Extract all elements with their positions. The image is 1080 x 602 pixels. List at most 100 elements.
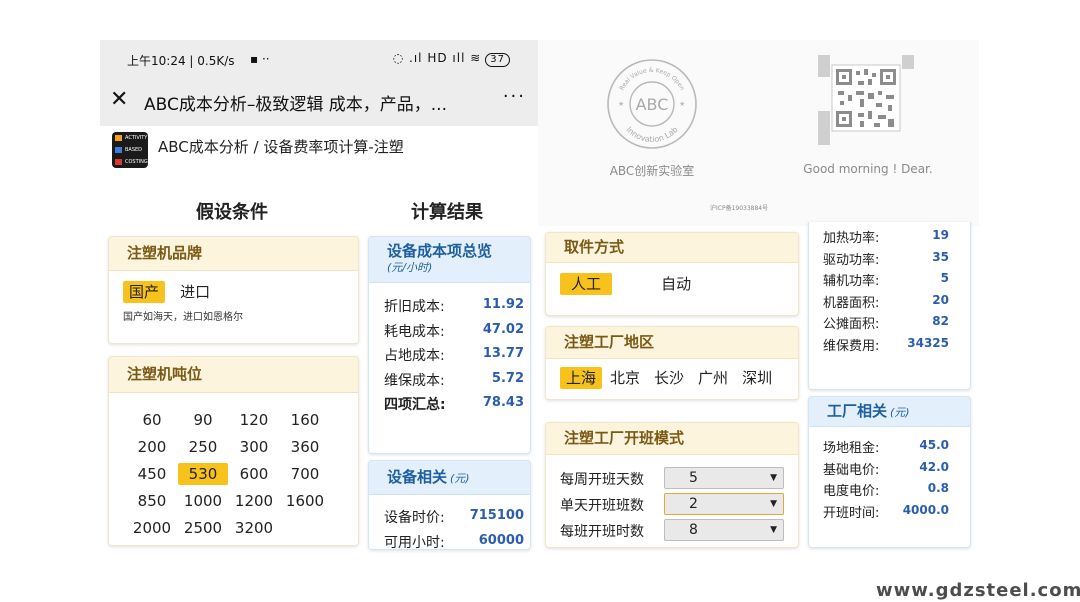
tonnage-option[interactable]: 120: [229, 409, 279, 431]
watermark: www.gdzsteel.com: [876, 580, 1080, 601]
tonnage-panel-title: 注塑机吨位: [109, 357, 358, 393]
tonnage-option[interactable]: 3200: [229, 517, 279, 539]
shift-days-label: 每周开班天数: [560, 472, 644, 488]
tonnage-option[interactable]: 450: [127, 463, 177, 485]
dropdown-arrow-icon: ▼: [770, 473, 777, 483]
icp-record[interactable]: 沪ICP备19033884号: [710, 203, 768, 212]
shift-count-select[interactable]: 2 ▼: [664, 493, 784, 515]
factory-list: 场地租金: 45.0 基础电价: 42.0 电度电价: 0.8 开班时间: 4000.0: [823, 437, 949, 523]
cost-overview-unit: (元/小时): [387, 261, 433, 274]
brand-option-import[interactable]: 进口: [174, 281, 216, 303]
tonnage-option[interactable]: 1000: [178, 490, 228, 512]
dropdown-arrow-icon: ▼: [770, 525, 777, 535]
region-option[interactable]: 北京: [604, 367, 646, 389]
cost-row-floor: 占地成本: 13.77: [384, 346, 524, 364]
cost-row-total: 四项汇总: 78.43: [384, 395, 524, 413]
cost-row-maintenance: 维保成本: 5.72: [384, 370, 524, 389]
status-bar: 上午10:24 | 0.5K/s ▪ ·· ◌ .ıl HD ıll ≋ 37: [100, 40, 538, 80]
tonnage-option[interactable]: 530: [178, 463, 228, 485]
pickup-panel: 取件方式 人工 自动: [545, 232, 799, 316]
region-option[interactable]: 广州: [692, 367, 734, 389]
cost-overview-title: 设备成本项总览: [387, 242, 493, 260]
tonnage-option[interactable]: 160: [280, 409, 330, 431]
tonnage-option[interactable]: 2000: [127, 517, 177, 539]
tonnage-option[interactable]: 2500: [178, 517, 228, 539]
param-row-drive: 驱动功率: 35: [823, 249, 949, 268]
cost-row-depreciation: 折旧成本: 11.92: [384, 297, 524, 315]
region-option[interactable]: 长沙: [648, 367, 690, 389]
title-bar: ✕ ABC成本分析–极致逻辑 成本，产品，... ···: [100, 80, 538, 126]
tonnage-option[interactable]: 600: [229, 463, 279, 485]
equipment-panel: 设备相关 (元) 设备时价: 715100 可用小时: 60000: [368, 460, 531, 550]
tonnage-panel: 注塑机吨位 60 90 120 160 200 250 300 360 450 530 600 700…: [108, 356, 359, 546]
factory-panel: 工厂相关 (元) 场地租金: 45.0 基础电价: 42.0 电度电价: 0.8 开班时…: [808, 396, 971, 548]
equipment-row-price: 设备时价: 715100: [384, 508, 524, 526]
tonnage-option[interactable]: 250: [178, 436, 228, 458]
svg-text:Real Value & Keep Open: Real Value & Keep Open: [618, 67, 685, 92]
brand-panel-title: 注塑机品牌: [109, 237, 358, 271]
param-row-heating: 加热功率: 19: [823, 228, 949, 246]
assumptions-heading: 假设条件: [196, 202, 268, 223]
status-icons: ◌ .ıl HD ıll ≋ 37: [393, 51, 510, 67]
param-row-shared-area: 公摊面积: 82: [823, 314, 949, 332]
svg-text:ABC: ABC: [636, 95, 669, 114]
greeting-text: Good morning ! Dear.: [803, 162, 933, 176]
cost-row-power: 耗电成本: 47.02: [384, 321, 524, 340]
factory-row-energy-price: 电度电价: 0.8: [823, 481, 949, 499]
results-heading: 计算结果: [411, 202, 483, 223]
breadcrumb-bar: ACTIVITY BASED COSTING ABC成本分析 / 设备费率项计算…: [100, 126, 538, 186]
tonnage-option[interactable]: 200: [127, 436, 177, 458]
battery-icon: 37: [485, 53, 510, 67]
equipment-panel-header: 设备相关 (元): [369, 461, 530, 495]
tonnage-option[interactable]: 1200: [229, 490, 279, 512]
region-option[interactable]: 上海: [560, 367, 603, 389]
more-menu-icon[interactable]: ···: [503, 86, 526, 107]
status-extra: ▪ ··: [250, 52, 270, 66]
equipment-list: 设备时价: 715100 可用小时: 60000: [384, 507, 524, 550]
equipment-row-hours: 可用小时: 60000: [384, 532, 524, 550]
svg-text:Innovation Lab: Innovation Lab: [624, 125, 679, 144]
status-time: 上午10:24 | 0.5K/s: [127, 54, 235, 68]
breadcrumb[interactable]: ABC成本分析 / 设备费率项计算-注塑: [158, 136, 404, 157]
stamp-caption: ABC创新实验室: [609, 164, 695, 178]
pickup-panel-title: 取件方式: [546, 233, 798, 263]
shift-days-select[interactable]: 5 ▼: [664, 467, 784, 489]
close-icon[interactable]: ✕: [110, 87, 128, 112]
region-options: 上海 北京 长沙 广州 深圳: [560, 367, 778, 389]
tonnage-option[interactable]: 300: [229, 436, 279, 458]
brand-note: 国产如海天，进口如恩格尔: [123, 312, 243, 323]
factory-row-base-power-price: 基础电价: 42.0: [823, 459, 949, 478]
tonnage-option[interactable]: 360: [280, 436, 330, 458]
cost-overview-panel: 设备成本项总览 (元/小时) 折旧成本: 11.92 耗电成本: 47.02 占地成…: [368, 236, 531, 454]
page-title: ABC成本分析–极致逻辑 成本，产品，...: [144, 95, 447, 115]
shift-hours-select[interactable]: 8 ▼: [664, 519, 784, 541]
cost-overview-list: 折旧成本: 11.92 耗电成本: 47.02 占地成本: 13.77 维保成本: 5.…: [384, 296, 524, 419]
machine-params-list: 加热功率: 19 驱动功率: 35 辅机功率: 5 机器面积: 20 公摊面积: 82 维…: [823, 227, 949, 356]
region-panel-title: 注塑工厂地区: [546, 327, 798, 359]
param-row-auxiliary: 辅机功率: 5: [823, 271, 949, 289]
tonnage-option[interactable]: 700: [280, 463, 330, 485]
factory-panel-header: 工厂相关 (元): [809, 397, 970, 427]
qr-code-icon[interactable]: [818, 55, 914, 145]
innovation-lab-stamp-icon: ABC Real Value & Keep Open Innovation La…: [607, 59, 697, 149]
param-row-maintenance-fee: 维保费用: 34325: [823, 335, 949, 354]
region-panel: 注塑工厂地区 上海 北京 长沙 广州 深圳: [545, 326, 799, 400]
shift-count-label: 单天开班班数: [560, 498, 644, 514]
shift-panel: 注塑工厂开班模式 每周开班天数 5 ▼ 单天开班班数 2 ▼ 每班开班时数 8 ▼: [545, 422, 799, 548]
tonnage-option[interactable]: 60: [127, 409, 177, 431]
abc-costing-logo: ACTIVITY BASED COSTING: [112, 132, 148, 168]
brand-option-domestic[interactable]: 国产: [123, 281, 166, 303]
tonnage-option[interactable]: 1600: [280, 490, 330, 512]
cost-overview-header: 设备成本项总览 (元/小时): [369, 237, 530, 283]
factory-row-shift-time: 开班时间: 4000.0: [823, 502, 949, 521]
region-option[interactable]: 深圳: [736, 367, 778, 389]
tonnage-option[interactable]: 850: [127, 490, 177, 512]
signal-wifi-icon: ◌ .ıl HD ıll ≋: [392, 51, 482, 65]
brand-panel: 注塑机品牌 国产 进口 国产如海天，进口如恩格尔: [108, 236, 359, 344]
factory-row-rent: 场地租金: 45.0: [823, 438, 949, 456]
machine-params-panel: 加热功率: 19 驱动功率: 35 辅机功率: 5 机器面积: 20 公摊面积: 82 维…: [808, 222, 971, 390]
pickup-option-auto[interactable]: 自动: [655, 273, 697, 295]
pickup-option-manual[interactable]: 人工: [560, 273, 613, 295]
svg-text:★: ★: [618, 100, 624, 108]
tonnage-option[interactable]: 90: [178, 409, 228, 431]
